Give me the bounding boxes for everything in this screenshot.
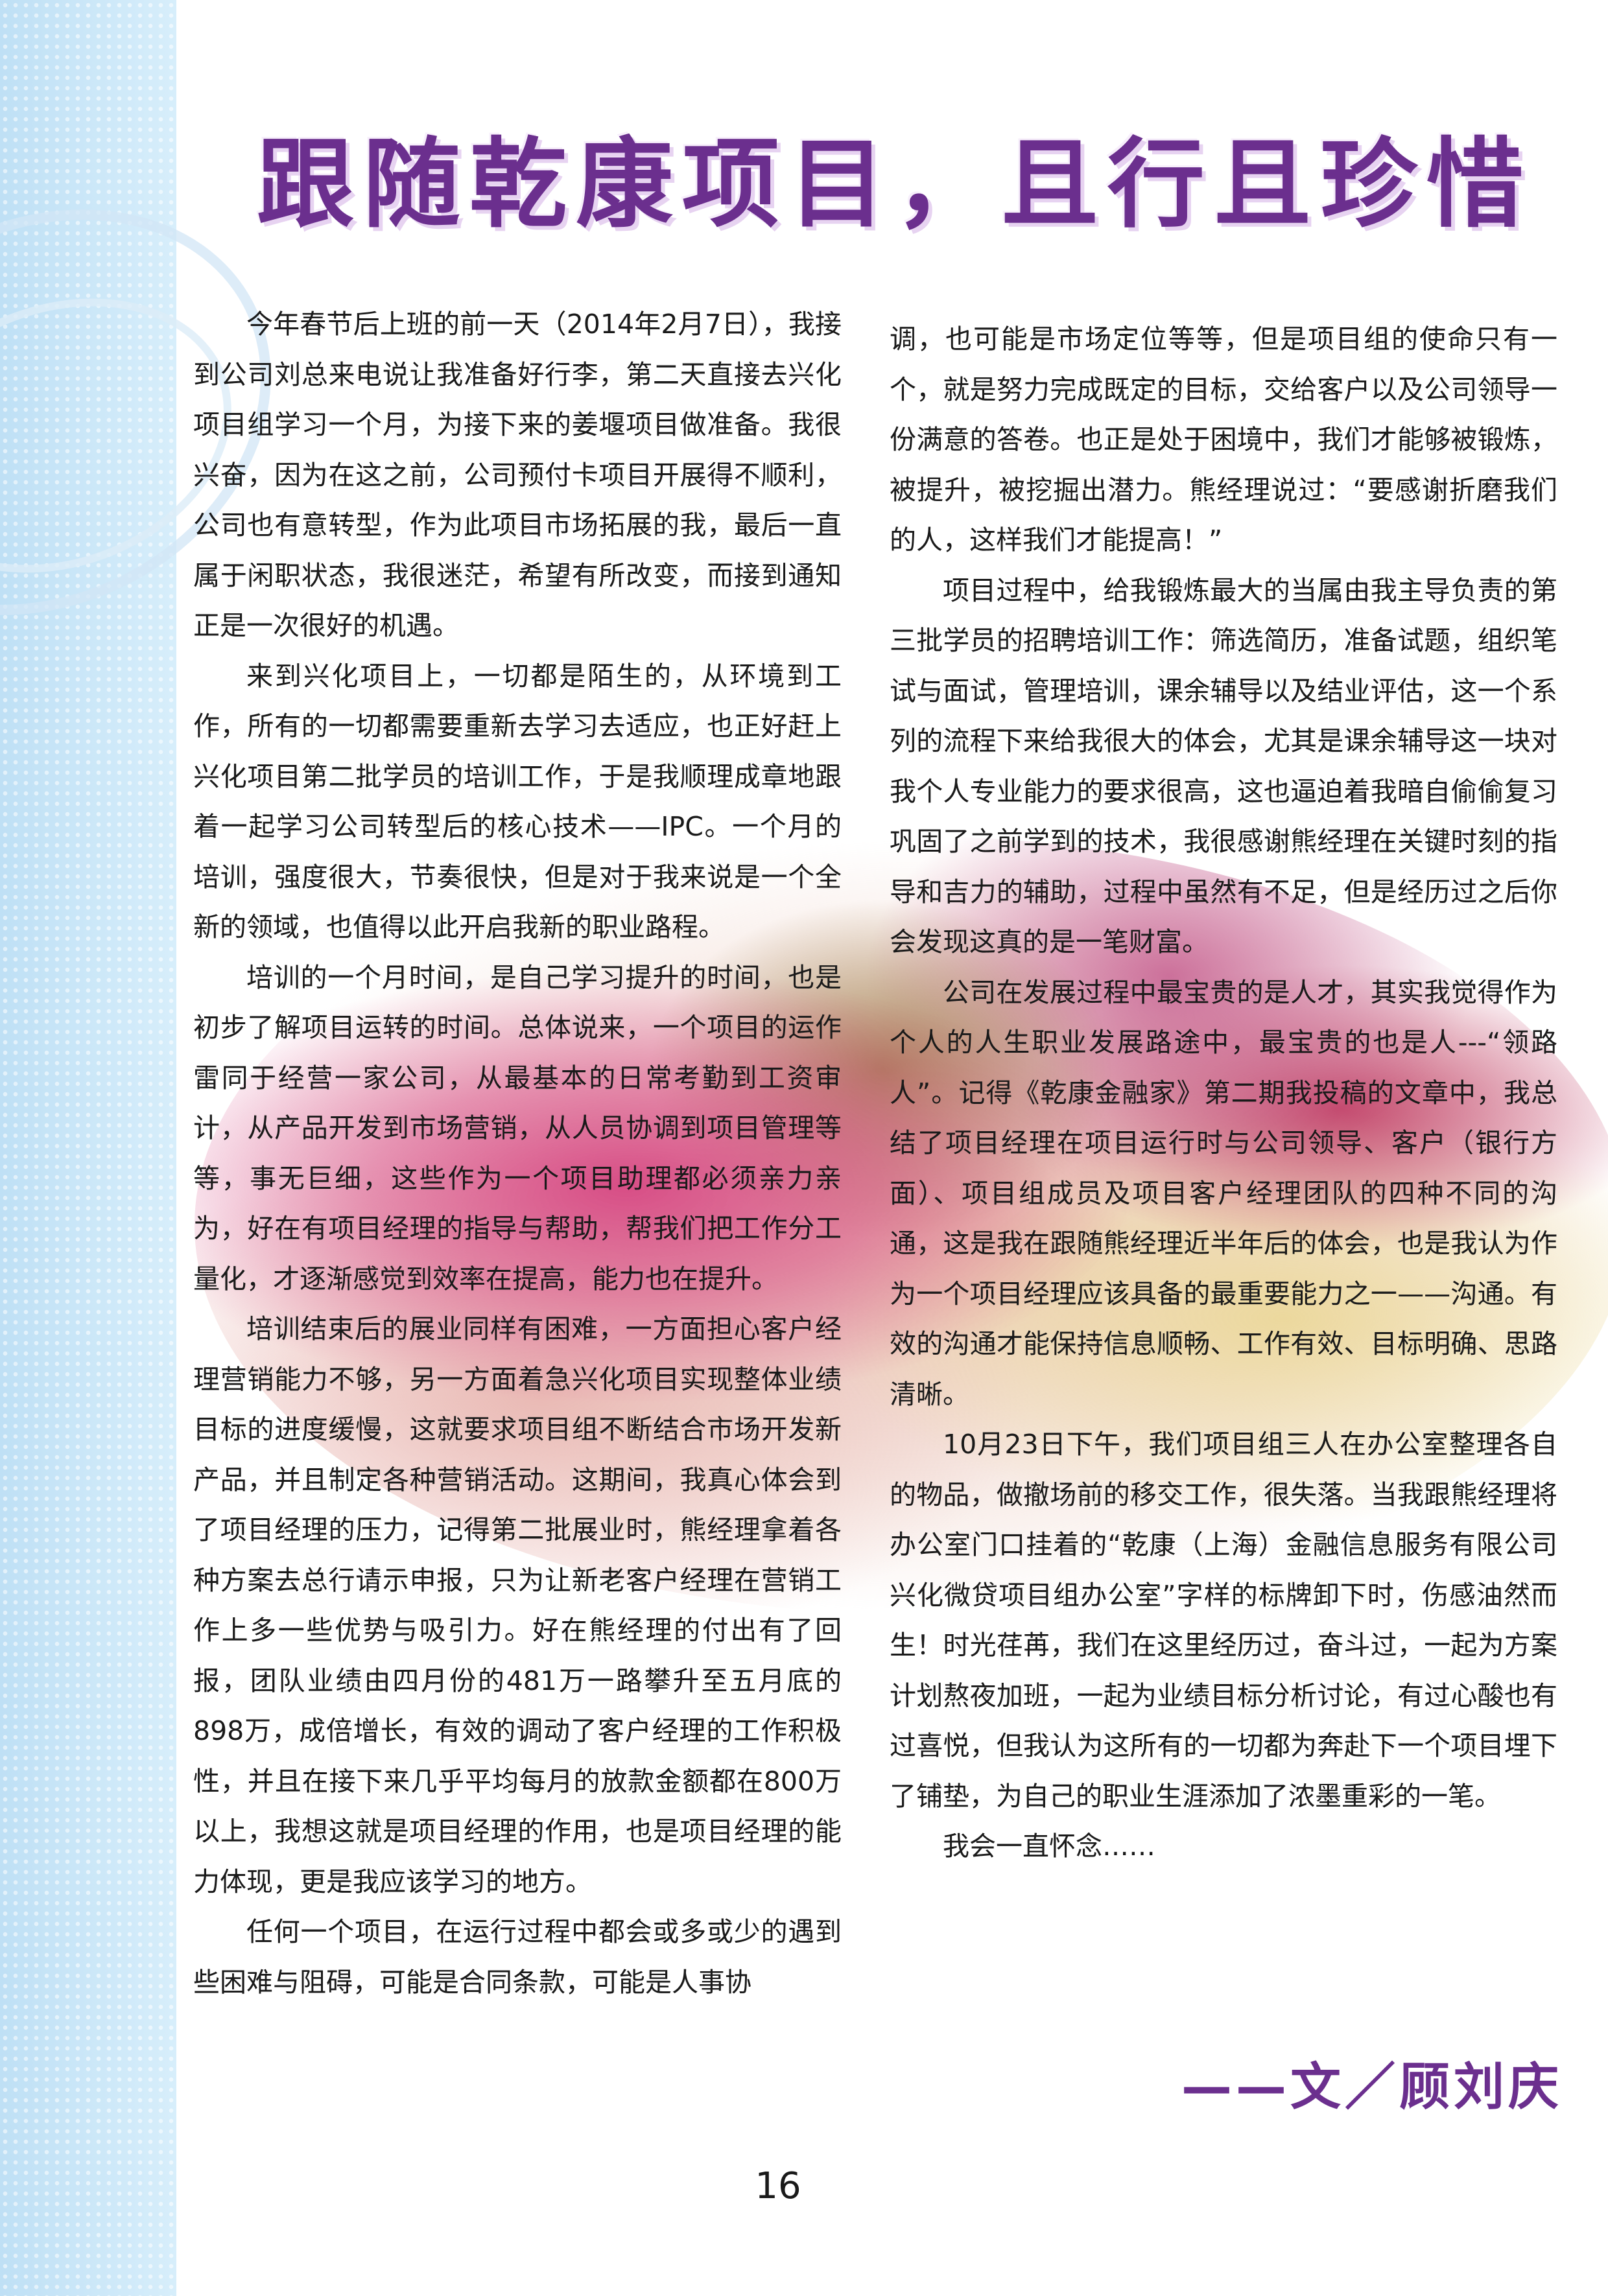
paragraph: 培训的一个月时间，是自己学习提升的时间，也是初步了解项目运转的时间。总体说来，一… — [193, 961, 842, 1294]
right-column: 调，也可能是市场定位等等，但是项目组的使命只有一个，就是努力完成既定的目标，交给… — [890, 314, 1557, 1872]
article-title: 跟随乾康项目，且行且珍惜 — [256, 128, 1533, 241]
paragraph: 任何一个项目，在运行过程中都会或多或少的遇到些困难与阻碍，可能是合同条款，可能是… — [193, 1916, 842, 1998]
paragraph: 培训结束后的展业同样有困难，一方面担心客户经理营销能力不够，另一方面着急兴化项目… — [193, 1313, 842, 1897]
paragraph: 我会一直怀念…… — [943, 1831, 1155, 1862]
left-column: 今年春节后上班的前一天（2014年2月7日），我接到公司刘总来电说让我准备好行李… — [193, 299, 842, 2008]
paragraph: 公司在发展过程中最宝贵的是人才，其实我觉得作为个人的人生职业发展路途中，最宝贵的… — [890, 976, 1557, 1410]
paragraph: 调，也可能是市场定位等等，但是项目组的使命只有一个，就是努力完成既定的目标，交给… — [890, 323, 1557, 556]
author-byline: ——文／顾刘庆 — [1181, 2058, 1563, 2116]
paragraph: 10月23日下午，我们项目组三人在办公室整理各自的物品，做撤场前的移交工作，很失… — [890, 1429, 1557, 1812]
paragraph: 来到兴化项目上，一切都是陌生的，从环境到工作，所有的一切都需要重新去学习去适应，… — [193, 660, 842, 943]
paragraph: 今年春节后上班的前一天（2014年2月7日），我接到公司刘总来电说让我准备好行李… — [193, 309, 842, 641]
page-number: 16 — [755, 2165, 801, 2207]
paragraph: 项目过程中，给我锻炼最大的当属由我主导负责的第三批学员的招聘培训工作：筛选简历，… — [890, 574, 1557, 958]
